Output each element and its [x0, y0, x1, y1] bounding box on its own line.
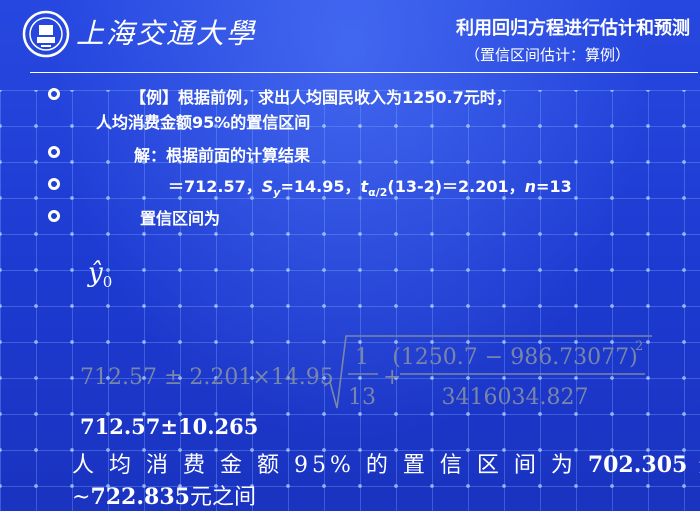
- s-value: =14.95，: [280, 177, 361, 196]
- statement-suffix: 元之间: [189, 485, 256, 510]
- interval-statement-line2: ~722.835元之间: [72, 479, 256, 511]
- yhat-value: ＝712.57，: [168, 177, 262, 196]
- university-logo-text: 上海交通大學: [76, 17, 257, 50]
- frac2-exponent: 2: [635, 339, 643, 354]
- interval-label: 置信区间为: [140, 209, 221, 228]
- n-symbol: n: [524, 177, 537, 196]
- n-value: =13: [536, 177, 572, 196]
- t-symbol: t: [360, 177, 369, 196]
- formula-lhs: 712.57 ± 2.201×14.95: [80, 365, 334, 390]
- frac2-denominator: 3416034.827: [442, 385, 589, 410]
- bullet-icon: [48, 210, 60, 222]
- bullet-icon: [48, 146, 60, 158]
- yhat-subscript: 0: [102, 273, 113, 292]
- slide-header: 上海交通大學 利用回归方程进行估计和预测 （置信区间估计：算例）: [0, 0, 700, 74]
- solution-text: 解：根据前面的计算结果: [134, 146, 311, 165]
- example-text-line1: 【例】根据前例，求出人均国民收入为1250.7元时，: [130, 88, 512, 107]
- calculation-results: ＝712.57，Sy=14.95，tα/2(13-2)＝2.201，n=13: [168, 173, 572, 199]
- range-tilde: ~: [72, 485, 91, 510]
- bullet-icon: [48, 88, 60, 100]
- university-seal-icon: [22, 10, 70, 58]
- interval-result: 712.57±10.265: [80, 414, 259, 439]
- upper-bound: 722.835: [90, 484, 190, 510]
- lower-bound: 702.305: [587, 452, 688, 478]
- statement-unit: 元: [687, 453, 700, 478]
- s-symbol: S: [261, 177, 274, 196]
- frac1-numerator: 1: [355, 345, 369, 370]
- t-value: (13-2)＝2.201，: [387, 177, 525, 196]
- slide-title: 利用回归方程进行估计和预测: [456, 18, 690, 39]
- header-divider: [30, 72, 698, 73]
- yhat-symbol: ŷ0: [88, 258, 112, 291]
- confidence-interval-formula: 712.57 ± 2.201×14.95 1 13 + (1250.7 − 98…: [80, 335, 652, 410]
- example-text-line2: 人均消费金额95%的置信区间: [96, 113, 311, 132]
- bullet-icon: [48, 178, 60, 190]
- frac1-denominator: 13: [348, 385, 376, 410]
- slide-subtitle: （置信区间估计：算例）: [464, 46, 630, 64]
- interval-statement-line1: 人 均 消 费 金 额 95% 的 置 信 区 间 为 702.305 元: [72, 447, 700, 479]
- yhat-letter: ŷ: [88, 258, 103, 288]
- statement-prefix: 人 均 消 费 金 额 95% 的 置 信 区 间 为: [72, 453, 588, 478]
- frac2-numerator: (1250.7 − 986.73077): [392, 345, 638, 370]
- t-subscript: α/2: [368, 186, 388, 200]
